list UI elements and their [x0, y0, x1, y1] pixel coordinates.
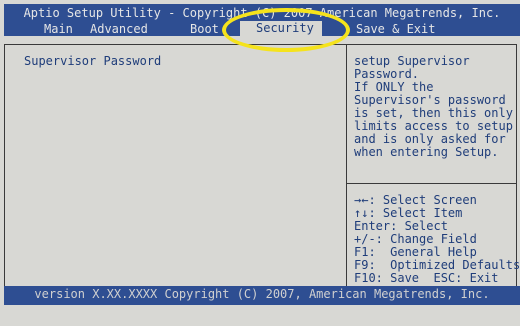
tab-save-exit[interactable]: Save & Exit: [356, 23, 435, 36]
footer-strip: [4, 305, 520, 326]
panel-divider: [346, 44, 347, 286]
key-legend: →←: Select Screen ↑↓: Select Item Enter:…: [354, 194, 520, 285]
panel-top-border: [4, 44, 517, 45]
version-copyright: version X.XX.XXXX Copyright (C) 2007, Am…: [34, 287, 490, 301]
supervisor-password-item[interactable]: Supervisor Password: [24, 55, 161, 68]
key-save-exit: F10: Save ESC: Exit: [354, 271, 499, 285]
bios-screen: Aptio Setup Utility - Copyright (C) 2007…: [0, 0, 520, 326]
tab-main[interactable]: Main: [44, 23, 73, 36]
panel-left-border: [4, 44, 5, 286]
title-bar: Aptio Setup Utility - Copyright (C) 2007…: [4, 4, 520, 36]
tab-bar: Main Advanced Boot Security Save & Exit: [4, 21, 520, 36]
tab-advanced[interactable]: Advanced: [90, 23, 148, 36]
tab-boot[interactable]: Boot: [190, 23, 219, 36]
item-help-text: setup Supervisor Password. If ONLY the S…: [354, 55, 514, 159]
help-divider: [346, 183, 517, 184]
utility-title: Aptio Setup Utility - Copyright (C) 2007…: [23, 6, 501, 20]
help-line: when entering Setup.: [354, 145, 499, 159]
tab-security[interactable]: Security: [240, 21, 322, 36]
footer-bar: version X.XX.XXXX Copyright (C) 2007, Am…: [4, 286, 520, 326]
